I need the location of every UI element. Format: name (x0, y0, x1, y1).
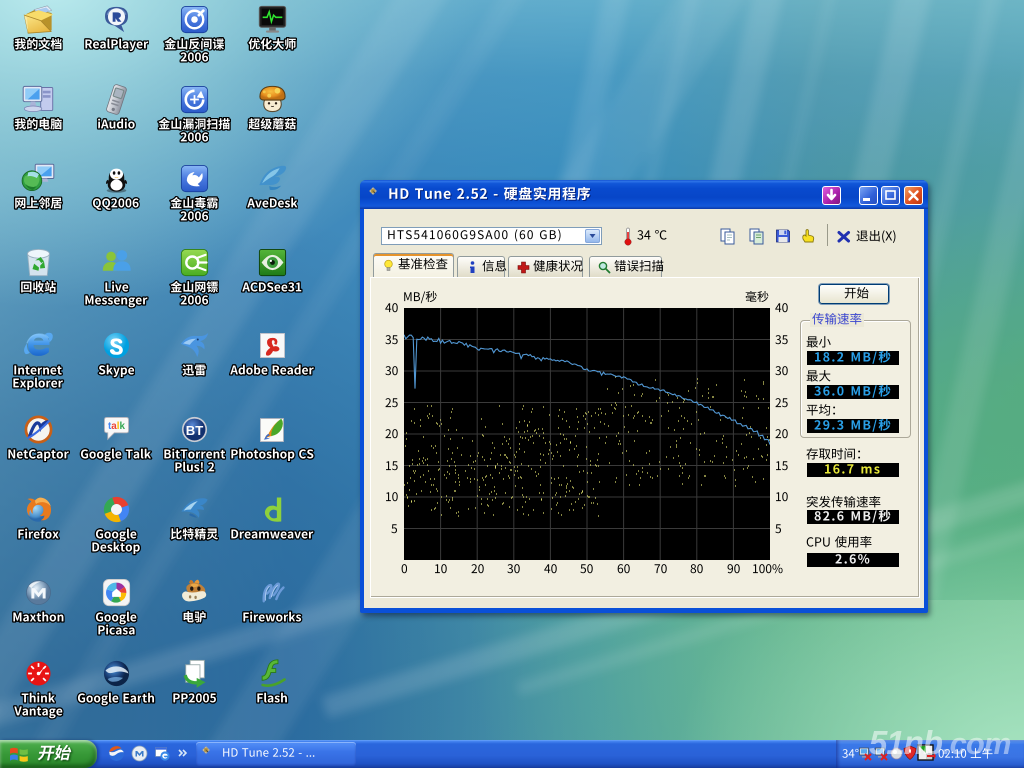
svg-text:BT: BT (186, 423, 203, 438)
svg-text:talk: talk (108, 421, 125, 432)
